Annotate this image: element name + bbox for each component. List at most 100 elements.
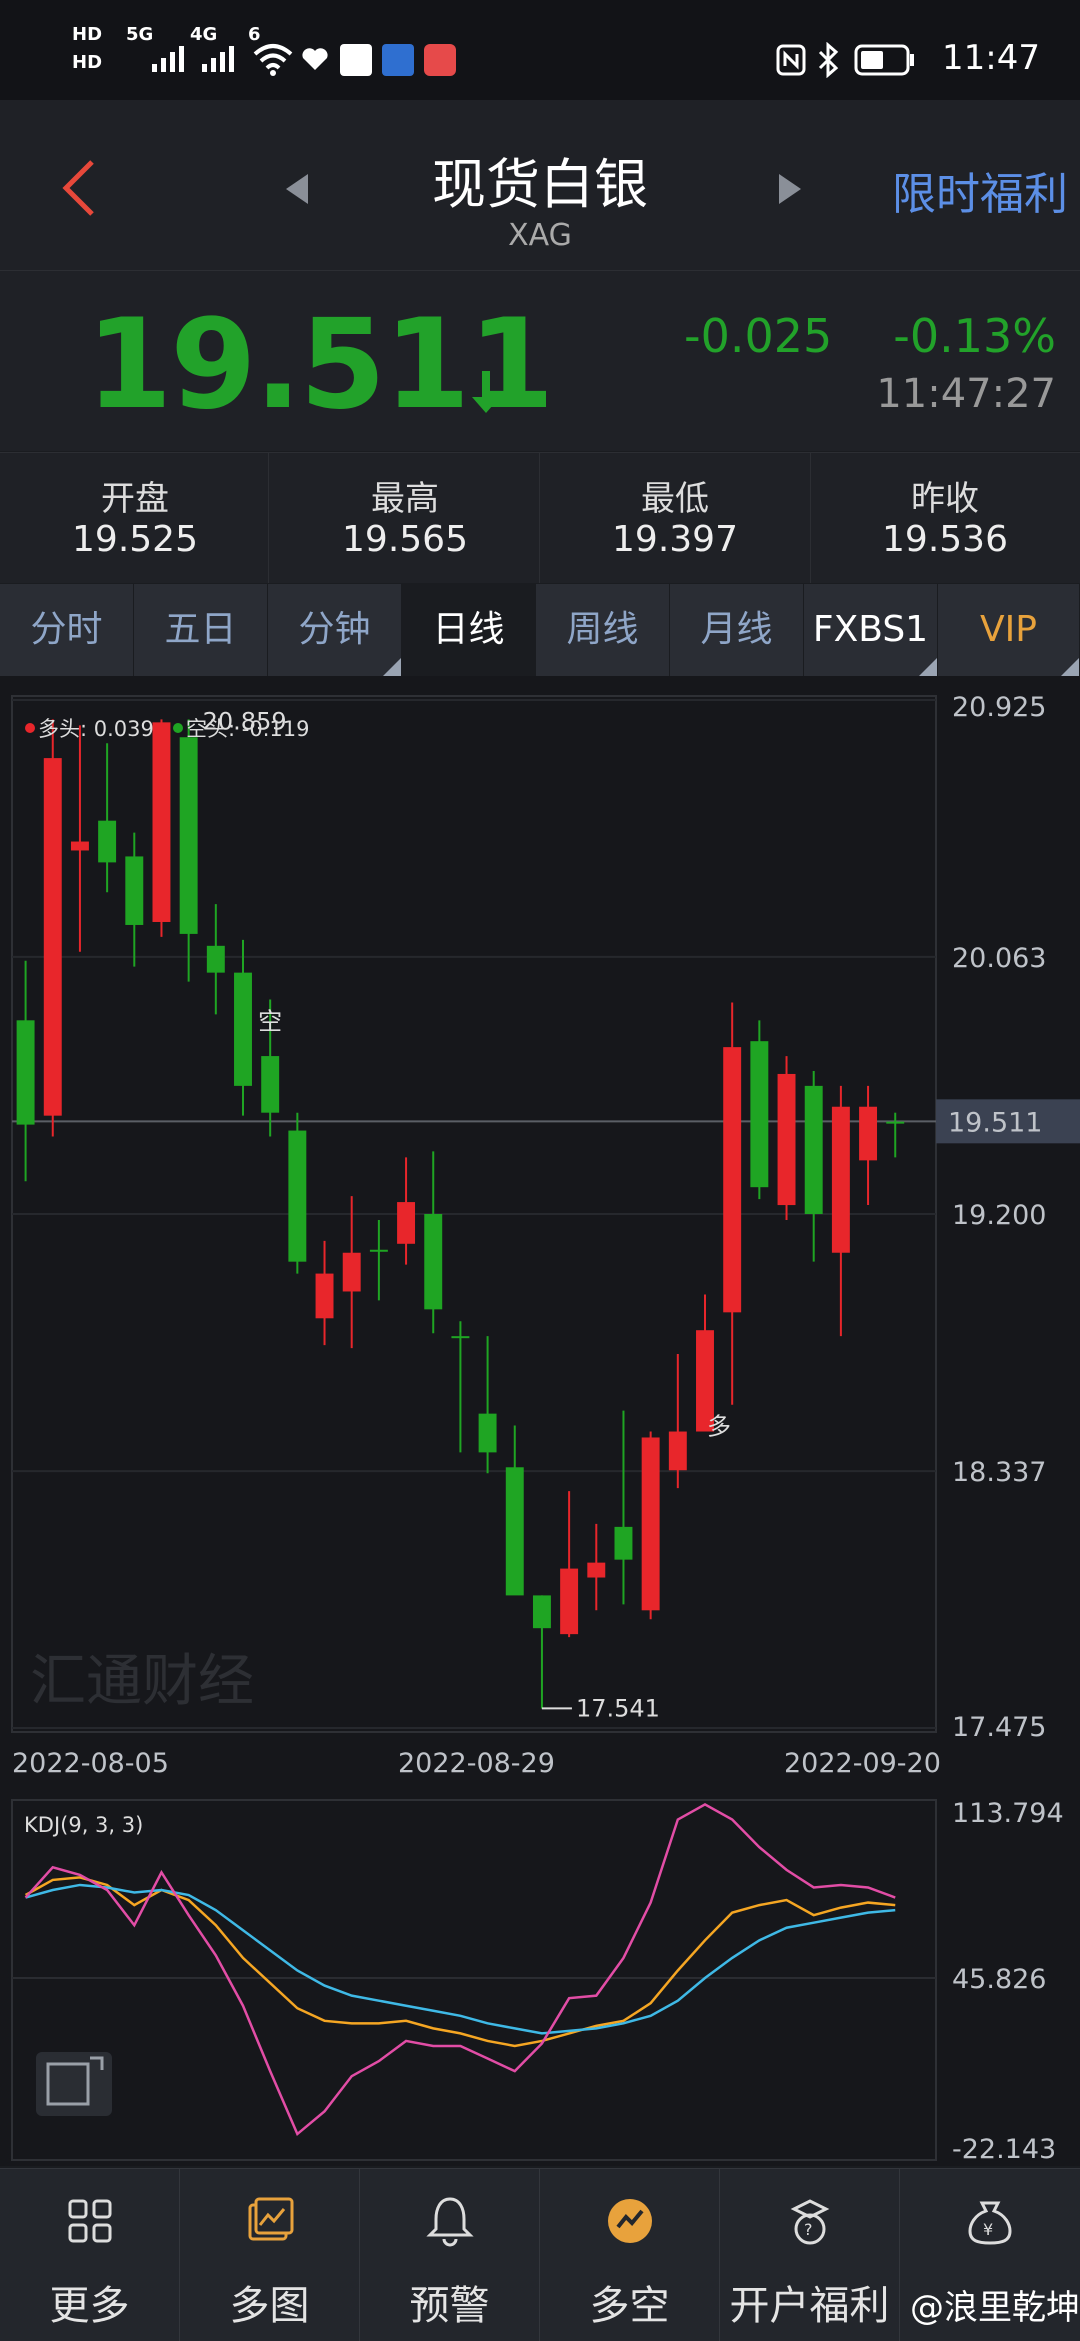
grid-icon [68, 2199, 112, 2243]
candle-body [886, 1121, 905, 1124]
hd-indicator-2: HD [72, 52, 103, 73]
price-grid [12, 699, 936, 1729]
price-tick: 20.063 [952, 943, 1046, 974]
signal-icon-2 [202, 46, 234, 72]
nav-label: 预警 [409, 2283, 490, 2329]
candle-body [179, 737, 198, 934]
long-dot-icon [25, 723, 35, 733]
low-marker: 17.541 [576, 1694, 660, 1722]
candle-body [16, 1020, 35, 1125]
candle-body [70, 841, 89, 851]
tab-indicator[interactable]: FXBS1 [804, 584, 938, 676]
candle-body [261, 1056, 280, 1113]
nav-long-short[interactable]: 多空 [540, 2169, 719, 2341]
price-tick: 17.475 [952, 1712, 1046, 1743]
candle-body [668, 1431, 687, 1471]
kdj-tick: 113.794 [952, 1798, 1064, 1829]
candle-body [478, 1413, 497, 1453]
candle-body [125, 856, 144, 925]
stat-low: 最低 19.397 [540, 453, 810, 583]
header: 现货白银 XAG 限时福利 [0, 100, 1080, 271]
tab-label: FXBS1 [812, 609, 929, 650]
tab-label: 分钟 [298, 609, 371, 650]
bluetooth-icon [818, 42, 839, 78]
tab-label: 分时 [30, 609, 103, 650]
high-marker: 20.859 [203, 708, 287, 736]
stat-value: 19.565 [342, 519, 468, 560]
price-tick: 20.925 [952, 692, 1046, 723]
tab-monthly[interactable]: 月线 [670, 584, 804, 676]
candle-body [98, 820, 117, 863]
money-bag-icon: ¥ [968, 2201, 1012, 2245]
fullscreen-icon[interactable] [36, 2052, 112, 2116]
credit-watermark: @浪里乾坤 [910, 2288, 1080, 2328]
candle-body [451, 1336, 470, 1339]
tab-minute[interactable]: 分钟 [268, 584, 402, 676]
status-clock: 11:47 [942, 38, 1040, 78]
price-tick: 18.337 [952, 1457, 1046, 1488]
candle-body [315, 1273, 334, 1319]
candlestick-chart[interactable]: 20.925 20.063 19.200 18.337 17.475 19.51… [0, 676, 1080, 1796]
sina-app-icon [340, 44, 372, 76]
tab-five-day[interactable]: 五日 [134, 584, 268, 676]
5g-indicator: 5G [126, 24, 154, 45]
bell-icon [426, 2197, 474, 2247]
date-label: 2022-09-20 [784, 1748, 941, 1779]
nav-more[interactable]: 更多 [0, 2169, 179, 2341]
nfc-icon [776, 44, 806, 76]
last-price: 19.511 [86, 293, 555, 437]
candle-body [424, 1214, 443, 1310]
candle-body [750, 1041, 769, 1188]
price-change: -0.025 [684, 309, 833, 363]
stat-high: 最高 19.565 [270, 453, 540, 583]
dropdown-corner-icon [383, 658, 401, 676]
divider [268, 453, 269, 583]
tab-weekly[interactable]: 周线 [536, 584, 670, 676]
candle-body [804, 1085, 823, 1214]
stat-label: 昨收 [911, 479, 979, 519]
stat-label: 开盘 [101, 479, 169, 519]
current-price-label: 19.511 [948, 1107, 1042, 1138]
kdj-chart[interactable]: KDJ(9, 3, 3) 113.794 45.826 -22.143 [0, 1796, 1080, 2168]
signal-short: 空 [258, 1007, 282, 1035]
stat-open: 开盘 19.525 [0, 453, 270, 583]
candle-body [614, 1526, 633, 1560]
hd-indicator: HD [72, 24, 103, 45]
period-tabs: 分时 五日 分钟 日线 周线 月线 FXBS1 VIP [0, 584, 1080, 676]
candle-body [43, 758, 62, 1116]
news-app-icon [382, 44, 414, 76]
price-tick: 19.200 [952, 1200, 1046, 1231]
candle-body [342, 1252, 361, 1292]
nav-account-bonus[interactable]: ? 开户福利 [720, 2169, 899, 2341]
multi-chart-icon [248, 2197, 294, 2241]
tab-intraday[interactable]: 分时 [0, 584, 134, 676]
candle-body [397, 1202, 416, 1244]
candle-body [587, 1562, 606, 1578]
candle-body [831, 1106, 850, 1253]
battery-icon [854, 44, 914, 76]
price-axis: 20.925 20.063 19.200 18.337 17.475 [952, 692, 1046, 1743]
compass-icon [608, 2199, 652, 2243]
next-instrument-icon[interactable] [775, 172, 805, 206]
nav-label: 开户福利 [729, 2283, 890, 2329]
tab-label: 月线 [700, 609, 773, 650]
svg-text:?: ? [804, 2220, 813, 2239]
candle-body [859, 1106, 878, 1161]
quote-time: 11:47:27 [876, 371, 1056, 417]
nav-alert[interactable]: 预警 [360, 2169, 539, 2341]
nav-multi-chart[interactable]: 多图 [180, 2169, 359, 2341]
legend-long: 多头: 0.039 [38, 717, 154, 741]
tab-vip[interactable]: VIP [938, 584, 1080, 676]
candle-body [369, 1249, 388, 1252]
4g-indicator: 4G [190, 24, 218, 45]
kdj-line-d [25, 1883, 896, 2035]
tab-label: VIP [980, 609, 1037, 650]
dropdown-corner-icon [919, 658, 937, 676]
short-dot-icon [173, 723, 183, 733]
stat-label: 最高 [371, 479, 439, 519]
candle-body [206, 945, 225, 973]
stat-value: 19.525 [72, 519, 198, 560]
tab-daily[interactable]: 日线 [402, 584, 536, 676]
promo-link[interactable]: 限时福利 [892, 158, 1068, 222]
kdj-tick: 45.826 [952, 1964, 1046, 1995]
